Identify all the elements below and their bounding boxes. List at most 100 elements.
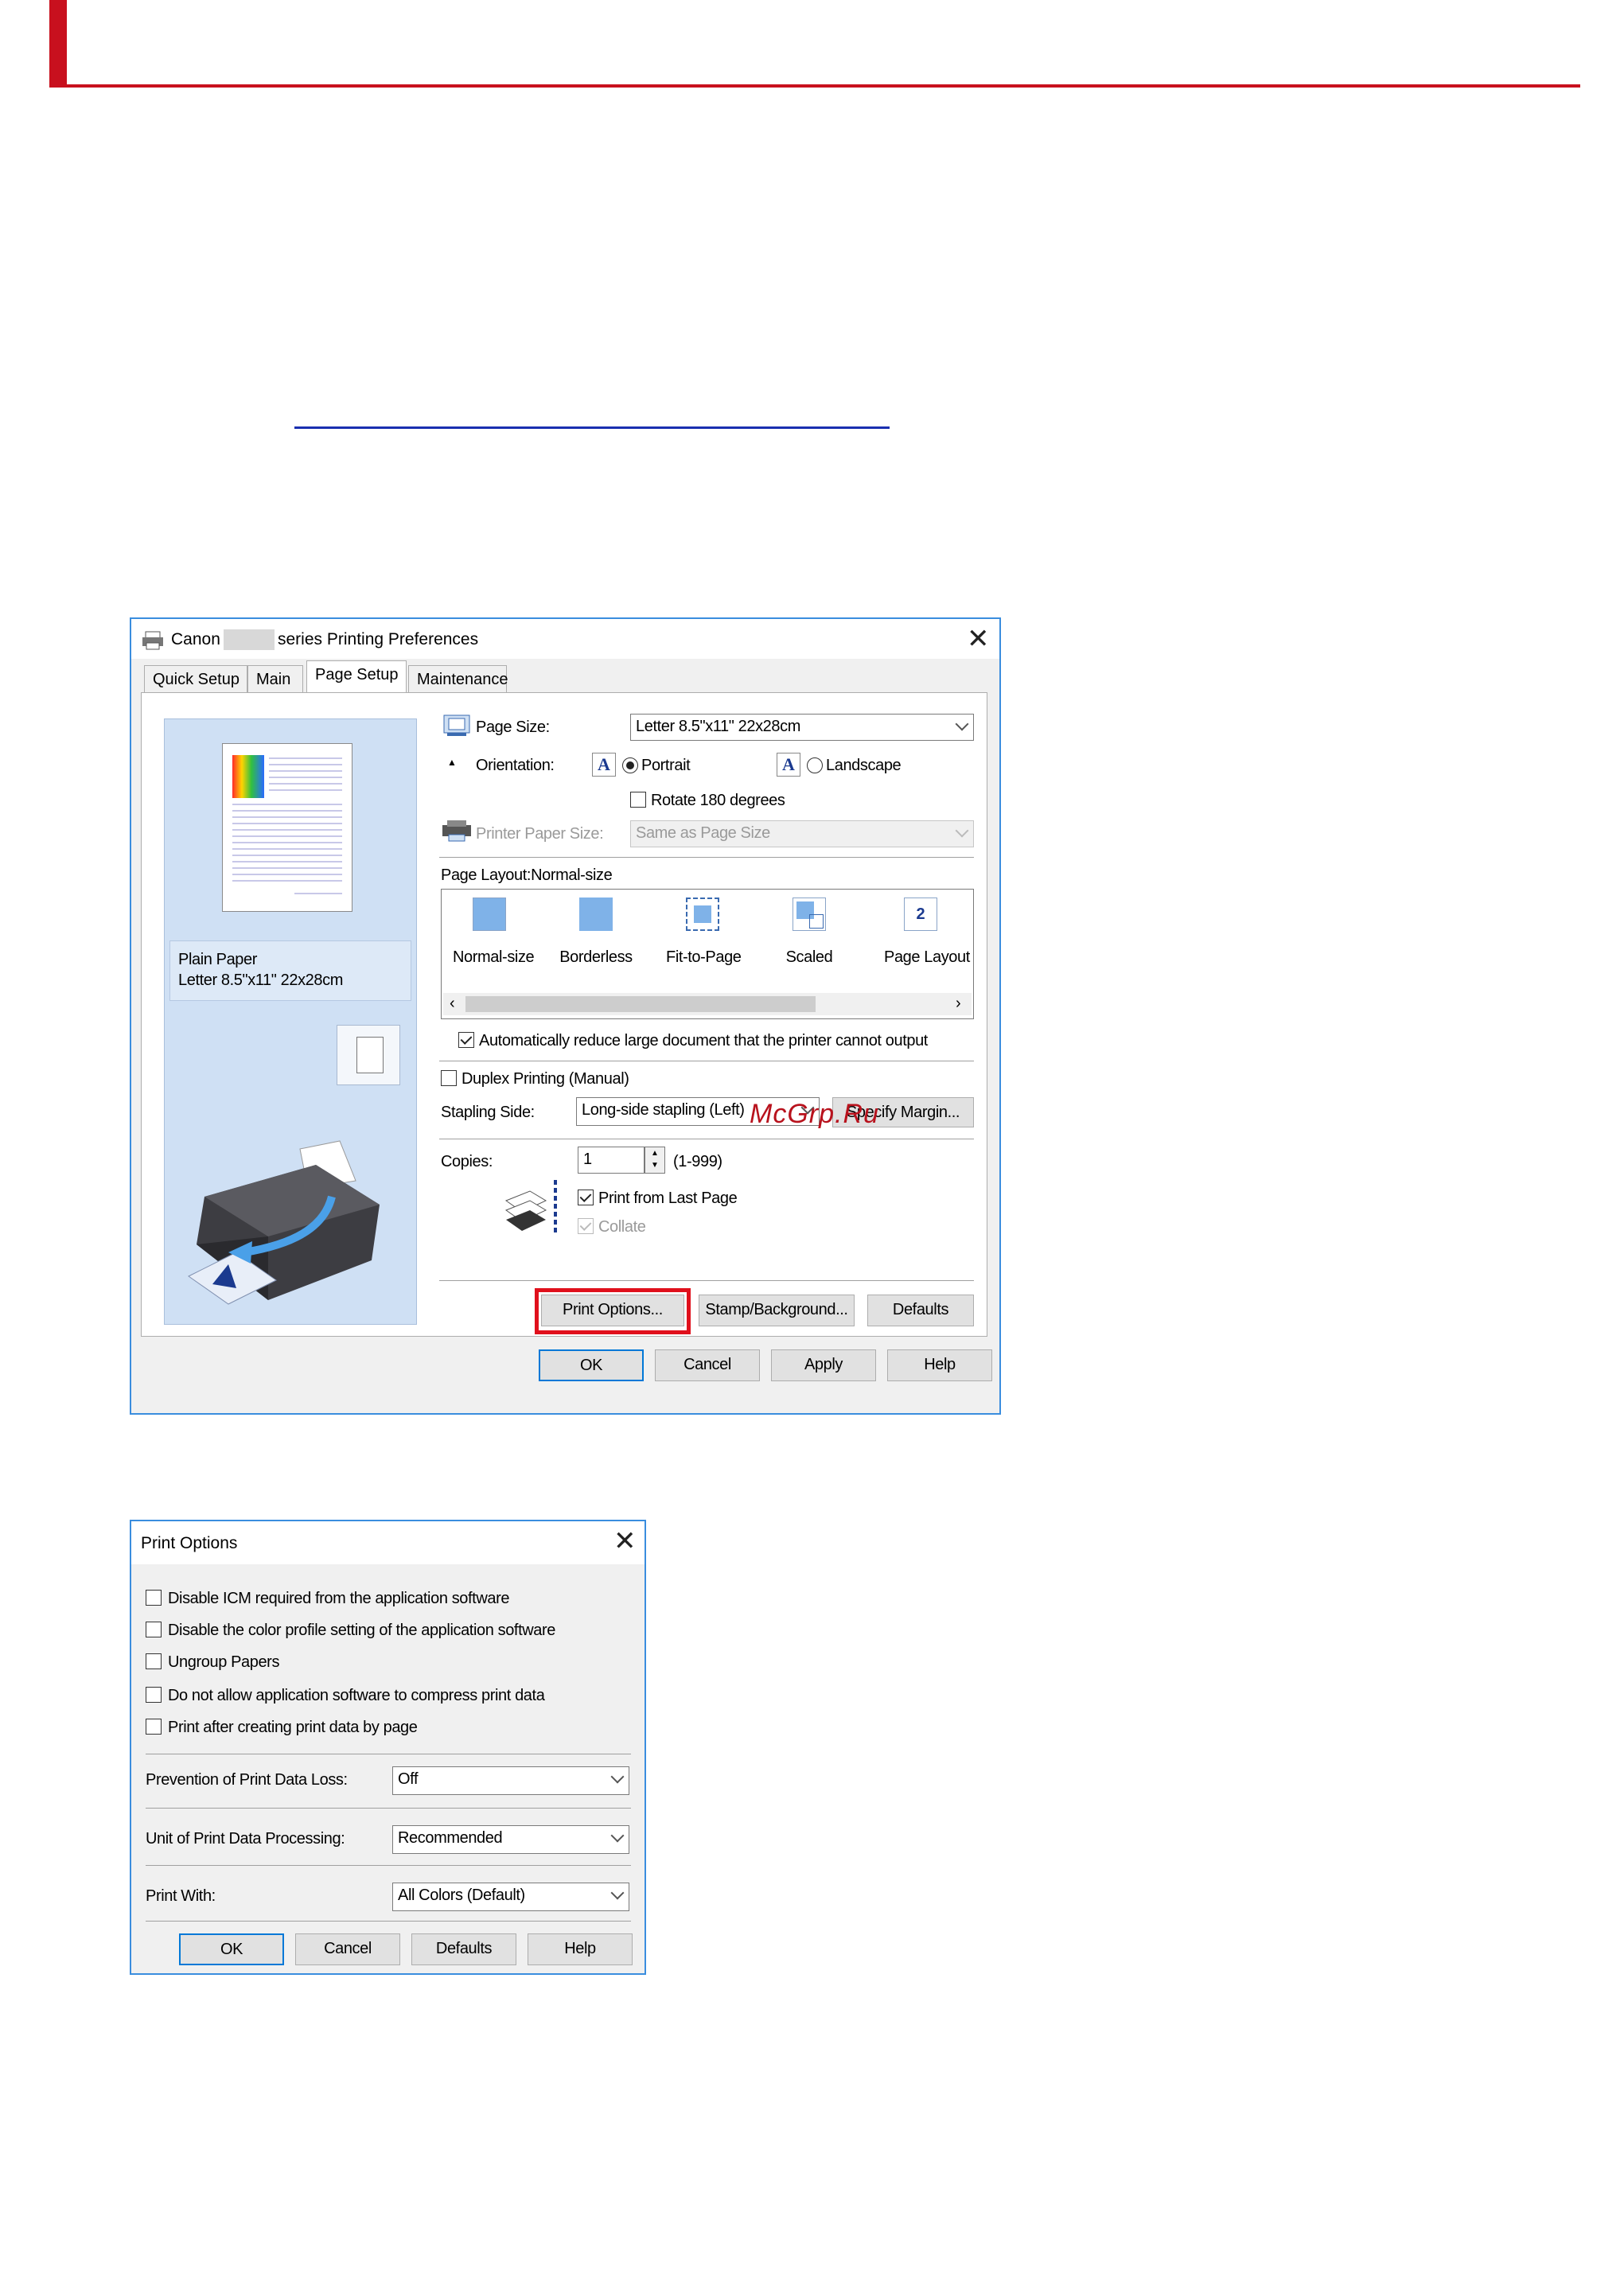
rotate-180-checkbox[interactable] [630, 792, 646, 808]
stamp-background-button[interactable]: Stamp/Background... [699, 1295, 855, 1326]
duplex-label: Duplex Printing (Manual) [461, 1070, 629, 1088]
layout-item-page-layout[interactable]: 2 Page Layout [884, 898, 970, 969]
tab-page-setup[interactable]: Page Setup [306, 660, 407, 692]
disable-icm-checkbox[interactable] [146, 1590, 162, 1606]
auto-reduce-checkbox[interactable] [458, 1032, 474, 1048]
chevron-down-icon [610, 1886, 625, 1900]
print-by-page-checkbox[interactable] [146, 1719, 162, 1735]
layout-label: Borderless [559, 948, 633, 966]
prevention-label: Prevention of Print Data Loss: [146, 1771, 348, 1789]
copies-stepper[interactable]: ▲ ▼ [645, 1147, 665, 1174]
printer-paper-select[interactable]: Same as Page Size [630, 820, 974, 847]
portrait-label: Portrait [641, 757, 691, 774]
printer-illustration-icon [188, 1140, 380, 1305]
options-defaults-button[interactable]: Defaults [411, 1933, 516, 1965]
disable-color-profile-label: Disable the color profile setting of the… [168, 1622, 555, 1639]
hyperlink-underline[interactable] [294, 426, 890, 429]
portrait-orientation-icon: A [592, 753, 616, 777]
page-layout-icon: 2 [904, 898, 937, 931]
stapling-side-label: Stapling Side: [441, 1104, 535, 1121]
page-size-select[interactable]: Letter 8.5"x11" 22x28cm [630, 714, 974, 741]
disable-color-profile-checkbox[interactable] [146, 1622, 162, 1637]
stacked-pages-icon [504, 1180, 557, 1234]
collate-checkbox[interactable] [578, 1218, 594, 1234]
apply-button[interactable]: Apply [771, 1349, 876, 1381]
ungroup-papers-label: Ungroup Papers [168, 1653, 280, 1671]
media-type-text: Plain Paper [178, 951, 257, 968]
copies-input[interactable]: 1 [578, 1147, 645, 1174]
media-info-box: Plain Paper Letter 8.5"x11" 22x28cm [169, 940, 411, 1001]
page-setup-panel: Plain Paper Letter 8.5"x11" 22x28cm Page… [141, 692, 987, 1337]
defaults-button[interactable]: Defaults [867, 1295, 974, 1326]
unit-processing-select[interactable]: Recommended [392, 1825, 629, 1854]
layout-item-borderless[interactable]: Borderless [559, 898, 633, 969]
close-icon[interactable]: ✕ [613, 1528, 637, 1555]
prevention-select[interactable]: Off [392, 1766, 629, 1795]
window-title-prefix: Canon [171, 630, 220, 648]
print-with-label: Print With: [146, 1887, 216, 1905]
copies-range: (1-999) [673, 1153, 722, 1170]
layout-label: Fit-to-Page [666, 948, 742, 966]
scroll-left-icon[interactable]: ‹ [450, 995, 455, 1013]
separator [146, 1921, 631, 1922]
watermark-text: McGrp.Ru [750, 1099, 879, 1129]
duplex-checkbox[interactable] [441, 1070, 457, 1086]
no-compress-label: Do not allow application software to com… [168, 1687, 545, 1704]
chevron-down-icon [955, 717, 969, 731]
redacted-model-name [224, 629, 275, 650]
layout-label: Normal-size [453, 948, 535, 966]
print-by-page-label: Print after creating print data by page [168, 1719, 418, 1736]
print-last-page-checkbox[interactable] [578, 1190, 594, 1205]
layout-scrollbar[interactable]: ‹ › [443, 993, 972, 1015]
page-icon-button[interactable] [337, 1025, 400, 1085]
page-size-label: Page Size: [476, 718, 550, 736]
portrait-radio[interactable] [622, 757, 638, 773]
printer-icon [142, 631, 163, 650]
ungroup-papers-checkbox[interactable] [146, 1653, 162, 1669]
print-options-button[interactable]: Print Options... [541, 1295, 684, 1326]
no-compress-checkbox[interactable] [146, 1687, 162, 1703]
options-ok-button[interactable]: OK [179, 1933, 284, 1965]
copies-label: Copies: [441, 1153, 493, 1170]
page-size-icon [443, 715, 470, 736]
layout-label: Scaled [785, 948, 833, 966]
page-layout-list: Normal-size Borderless Fit-to-Page Scale… [441, 889, 974, 1019]
disable-icm-label: Disable ICM required from the applicatio… [168, 1590, 510, 1607]
layout-item-scaled[interactable]: Scaled [777, 898, 841, 969]
scaled-icon [793, 898, 826, 931]
bullet-icon: ▲ [447, 757, 457, 768]
paper-size-text: Letter 8.5"x11" 22x28cm [178, 972, 343, 989]
chevron-down-icon [610, 1828, 625, 1843]
separator [439, 857, 974, 858]
printer-paper-label: Printer Paper Size: [476, 825, 604, 843]
scrollbar-thumb[interactable] [465, 996, 816, 1012]
layout-label: Page Layout [884, 948, 970, 966]
layout-item-normal-size[interactable]: Normal-size [453, 898, 535, 969]
separator [439, 1280, 974, 1281]
close-icon[interactable]: ✕ [967, 625, 990, 652]
borderless-icon [579, 898, 613, 931]
landscape-radio[interactable] [807, 757, 823, 773]
page-icon [356, 1037, 384, 1073]
collate-label: Collate [598, 1218, 646, 1236]
scroll-right-icon[interactable]: › [956, 995, 961, 1013]
paper-preview [222, 743, 352, 912]
printing-preferences-dialog: Canon series Printing Preferences ✕ Quic… [130, 617, 1001, 1415]
print-options-body: Disable ICM required from the applicatio… [131, 1564, 645, 1973]
separator [146, 1808, 631, 1809]
cancel-button[interactable]: Cancel [655, 1349, 760, 1381]
layout-item-fit-to-page[interactable]: Fit-to-Page [666, 898, 742, 969]
tab-quick-setup[interactable]: Quick Setup [144, 665, 247, 692]
tab-main[interactable]: Main [247, 665, 303, 692]
normal-size-icon [473, 898, 506, 931]
ok-button[interactable]: OK [539, 1349, 644, 1381]
options-help-button[interactable]: Help [528, 1933, 633, 1965]
heading-rule [49, 84, 1580, 88]
heading-accent-bar [49, 0, 67, 88]
print-options-title: Print Options [141, 1534, 238, 1552]
print-with-select[interactable]: All Colors (Default) [392, 1883, 629, 1911]
landscape-orientation-icon: A [777, 753, 800, 777]
tab-maintenance[interactable]: Maintenance [408, 665, 508, 692]
options-cancel-button[interactable]: Cancel [295, 1933, 400, 1965]
help-button[interactable]: Help [887, 1349, 992, 1381]
